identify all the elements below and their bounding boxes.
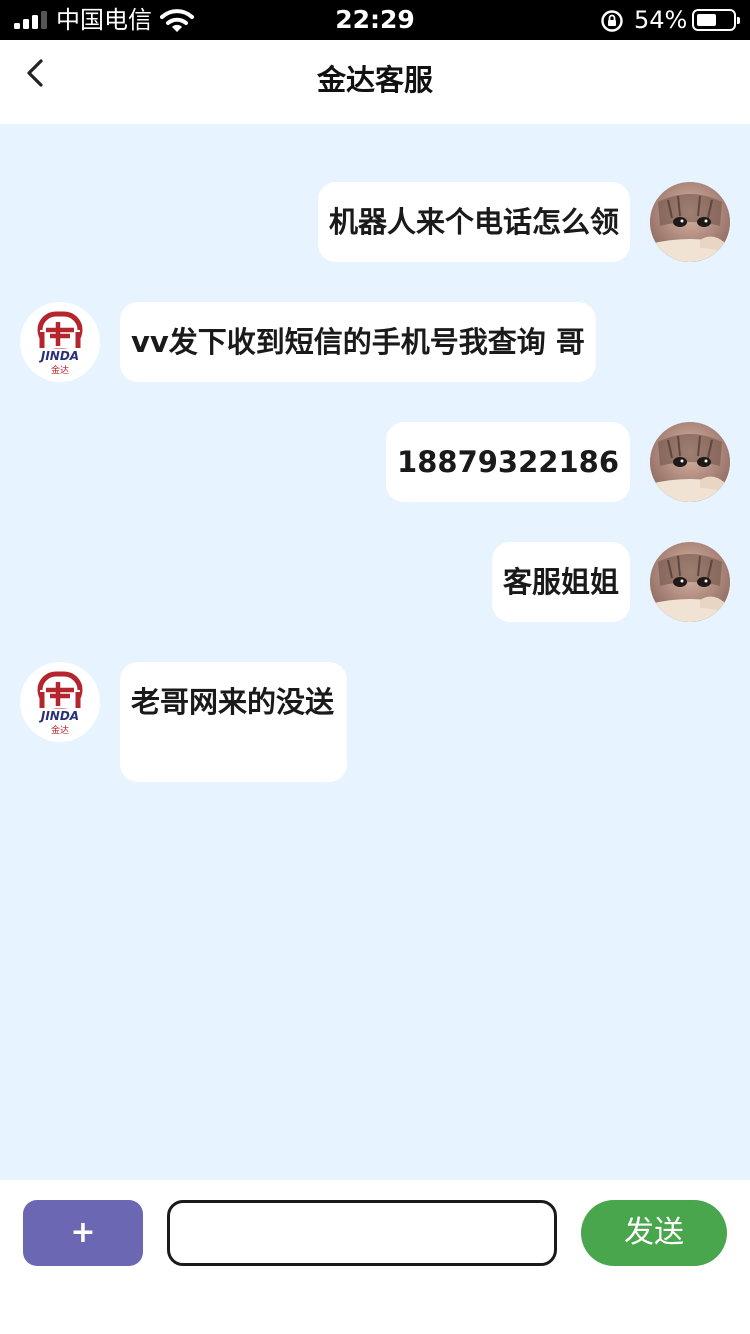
user-avatar[interactable] xyxy=(650,182,730,262)
message-input[interactable] xyxy=(167,1200,557,1266)
message-bubble[interactable]: 18879322186 xyxy=(386,422,630,502)
user-avatar[interactable] xyxy=(650,422,730,502)
page-title: 金达客服 xyxy=(316,63,433,97)
cat-avatar-image xyxy=(650,542,730,622)
cat-avatar-image xyxy=(650,182,730,262)
user-avatar[interactable] xyxy=(650,542,730,622)
svg-text:JINDA: JINDA xyxy=(39,349,79,363)
chat-area[interactable]: 机器人来个电话怎么领 JINDA 金达 vv发下收到短信的手机号我查询 哥 18… xyxy=(0,124,750,1180)
nav-bar: 金达客服 xyxy=(0,40,750,124)
bot-avatar[interactable]: JINDA 金达 xyxy=(20,302,100,382)
plus-button[interactable]: + xyxy=(23,1200,143,1266)
jinda-logo-icon: JINDA 金达 xyxy=(20,302,100,382)
message-bubble[interactable]: 机器人来个电话怎么领 xyxy=(317,182,630,262)
message-bubble[interactable]: vv发下收到短信的手机号我查询 哥 xyxy=(120,302,596,382)
send-button[interactable]: 发送 xyxy=(581,1200,727,1266)
battery-percent: 54% xyxy=(634,6,688,34)
message-bubble[interactable]: 老哥网来的没送 xyxy=(120,662,347,782)
svg-text:金达: 金达 xyxy=(51,364,69,376)
jinda-logo-icon: JINDA 金达 xyxy=(20,662,100,742)
rotation-lock-icon xyxy=(601,10,623,32)
status-bar: 中国电信 22:29 54% xyxy=(0,0,750,40)
bot-avatar[interactable]: JINDA 金达 xyxy=(20,662,100,742)
message-bubble[interactable]: 客服姐姐 xyxy=(491,542,630,622)
cat-avatar-image xyxy=(650,422,730,502)
svg-text:JINDA: JINDA xyxy=(39,709,79,723)
svg-text:金达: 金达 xyxy=(51,724,69,736)
battery-icon xyxy=(692,9,740,31)
input-bar: + 发送 xyxy=(0,1180,750,1334)
